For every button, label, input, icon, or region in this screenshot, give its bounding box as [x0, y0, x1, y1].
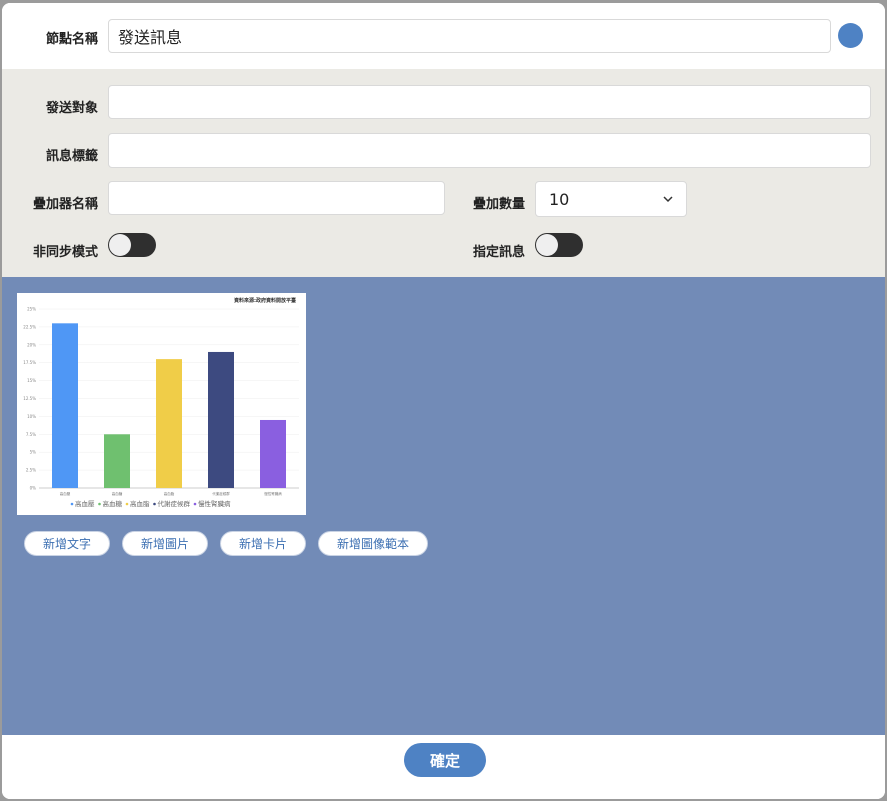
legend-entry: 慢性腎臟病: [198, 499, 231, 508]
chevron-down-icon: [663, 196, 673, 203]
legend-marker: [70, 502, 74, 506]
y-tick-label: 2.5%: [26, 468, 36, 473]
y-tick-label: 15%: [27, 378, 36, 383]
message-tag-input[interactable]: [108, 133, 871, 168]
y-tick-label: 10%: [27, 414, 36, 419]
legend-entry: 代謝症候群: [158, 499, 191, 508]
node-color-picker[interactable]: [838, 23, 863, 48]
legend-entry: 高血脂: [130, 499, 150, 508]
y-tick-label: 25%: [27, 307, 36, 312]
dialog-footer: 確定: [2, 735, 885, 799]
toggle-knob: [109, 234, 131, 256]
y-tick-label: 17.5%: [23, 360, 36, 365]
node-name-label: 節點名稱: [46, 32, 99, 47]
specify-message-toggle[interactable]: [535, 233, 583, 257]
bar-5: [260, 419, 286, 488]
x-tick-label: 高血壓: [60, 491, 71, 496]
x-tick-label: 高血脂: [164, 491, 175, 496]
toggle-knob: [536, 234, 558, 256]
x-tick-label: 慢性腎臟病: [264, 491, 282, 496]
specify-message-label: 指定訊息: [473, 245, 526, 260]
chart-image[interactable]: 資料來源:政府資料開放平臺 0% 2.5% 5% 7.5% 10% 12.5% 15% 17.5…: [17, 293, 306, 515]
legend-marker: [153, 502, 156, 506]
y-tick-label: 0%: [30, 486, 37, 491]
legend-entry: 高血糖: [103, 499, 123, 508]
message-content-area: 資料來源:政府資料開放平臺 0% 2.5% 5% 7.5% 10% 12.5% 15% 17.5…: [2, 277, 885, 735]
y-tick-label: 12.5%: [23, 396, 36, 401]
node-settings-dialog: 節點名稱 發送訊息 發送對象 訊息標籤 疊加器名稱 疊加數量 10 非同步模式 …: [2, 3, 885, 799]
bar-3: [156, 359, 182, 488]
bar-chart: 資料來源:政府資料開放平臺 0% 2.5% 5% 7.5% 10% 12.5% 15% 17.5…: [23, 297, 299, 508]
recipient-input[interactable]: [108, 85, 871, 119]
bar-2: [104, 434, 130, 488]
async-mode-toggle[interactable]: [108, 233, 156, 257]
add-image-button[interactable]: 新增圖片: [122, 531, 208, 556]
legend-marker: [193, 502, 197, 506]
node-header: 節點名稱 發送訊息: [2, 3, 885, 69]
recipient-label: 發送對象: [46, 101, 99, 116]
legend-marker: [98, 502, 101, 506]
message-tag-label: 訊息標籤: [46, 149, 99, 164]
overlay-name-input[interactable]: [108, 181, 445, 215]
chart-title: 資料來源:政府資料開放平臺: [234, 297, 296, 304]
y-tick-label: 22.5%: [23, 324, 36, 329]
overlay-count-label: 疊加數量: [473, 197, 526, 212]
bar-4: [208, 351, 234, 488]
y-tick-label: 20%: [27, 342, 36, 347]
overlay-name-label: 疊加器名稱: [33, 197, 99, 212]
bar-1: [52, 323, 78, 488]
legend-marker: [125, 502, 129, 506]
legend-entry: 高血壓: [75, 499, 95, 508]
settings-panel: 發送對象 訊息標籤 疊加器名稱 疊加數量 10 非同步模式 指定訊息: [2, 69, 885, 277]
overlay-count-value: 10: [549, 189, 570, 209]
add-text-button[interactable]: 新增文字: [24, 531, 110, 556]
async-mode-label: 非同步模式: [33, 245, 99, 260]
node-name-input[interactable]: 發送訊息: [108, 19, 831, 53]
overlay-count-select[interactable]: 10: [535, 181, 687, 217]
add-card-button[interactable]: 新增卡片: [220, 531, 306, 556]
add-image-template-button[interactable]: 新增圖像範本: [318, 531, 428, 556]
y-tick-label: 7.5%: [26, 432, 36, 437]
confirm-button[interactable]: 確定: [404, 743, 486, 777]
x-tick-label: 代謝症候群: [212, 491, 230, 496]
x-tick-label: 高血糖: [112, 491, 123, 496]
y-tick-label: 5%: [30, 450, 37, 455]
